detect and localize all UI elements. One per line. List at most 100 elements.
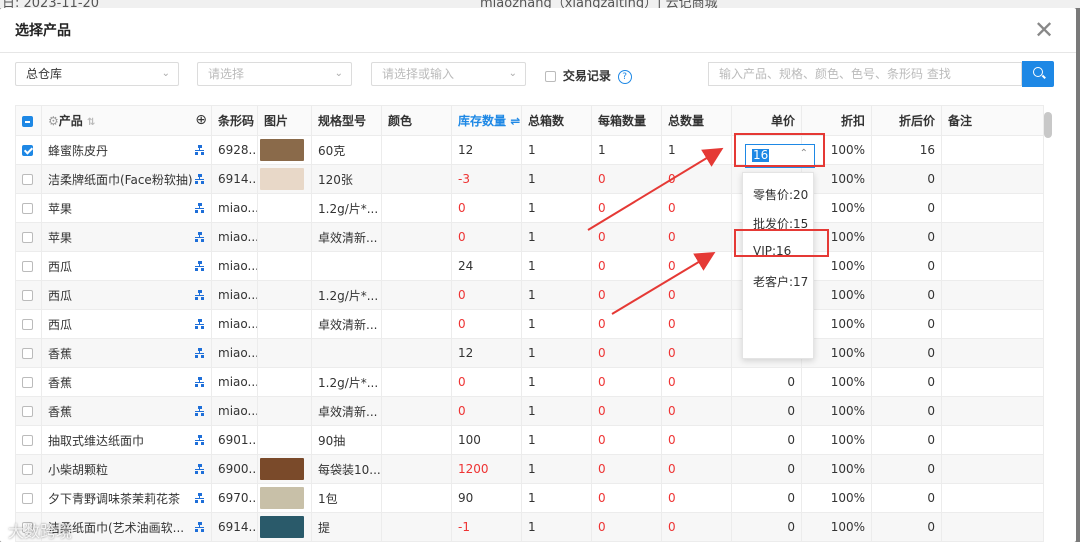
per-box-cell[interactable]: 0 — [591, 338, 662, 368]
row-checkbox-cell[interactable] — [15, 483, 42, 513]
row-checkbox[interactable] — [22, 319, 33, 330]
row-checkbox[interactable] — [22, 232, 33, 243]
per-box-cell[interactable]: 0 — [591, 454, 662, 484]
price-option-regular[interactable]: 老客户:17 — [753, 273, 808, 290]
price-cell[interactable]: 0 — [731, 512, 802, 542]
per-box-cell[interactable]: 0 — [591, 396, 662, 426]
per-box-cell[interactable]: 0 — [591, 193, 662, 223]
per-box-cell[interactable]: 0 — [591, 222, 662, 252]
table-row[interactable]: 洁柔纸面巾(艺术油画软... 6914... 提 -1 1 0 0 0 100% 0 — [15, 512, 1044, 542]
row-checkbox-cell[interactable] — [15, 164, 42, 194]
hierarchy-icon[interactable] — [195, 232, 205, 242]
row-checkbox-cell[interactable] — [15, 193, 42, 223]
table-row[interactable]: 苹果 miao... 卓效清新... 0 1 0 0 100% 0 — [15, 222, 1044, 252]
add-column-icon[interactable]: ⊕ — [195, 112, 207, 128]
hierarchy-icon[interactable] — [195, 319, 205, 329]
row-checkbox-cell[interactable] — [15, 454, 42, 484]
row-checkbox[interactable] — [22, 203, 33, 214]
price-cell[interactable]: 0 — [731, 367, 802, 397]
table-row[interactable]: 洁柔牌纸面巾(Face粉软抽) 6914... 120张 -3 1 0 0 100% 0 — [15, 164, 1044, 194]
col-product[interactable]: ⚙产品 ⇅ ⊕ — [41, 105, 212, 136]
table-row[interactable]: 夕下青野调味茶茉莉花茶 6970... 1包 90 1 0 0 0 100% 0 — [15, 483, 1044, 513]
help-icon[interactable]: ? — [617, 69, 632, 84]
hierarchy-icon[interactable] — [195, 522, 205, 532]
row-checkbox[interactable] — [22, 435, 33, 446]
col-stock[interactable]: 库存数量 ⇌ — [451, 105, 522, 136]
row-checkbox[interactable] — [22, 464, 33, 475]
table-row[interactable]: 香蕉 miao... 卓效清新... 0 1 0 0 0 100% 0 — [15, 396, 1044, 426]
price-cell[interactable]: 0 — [731, 396, 802, 426]
category-select[interactable]: 请选择 ⌄ — [197, 62, 352, 86]
row-checkbox-cell[interactable] — [15, 135, 42, 165]
product-thumbnail[interactable] — [260, 487, 304, 509]
per-box-cell[interactable]: 0 — [591, 309, 662, 339]
product-thumbnail[interactable] — [260, 168, 304, 190]
product-thumbnail[interactable] — [260, 516, 304, 538]
row-checkbox[interactable] — [22, 261, 33, 272]
scrollbar[interactable] — [1044, 112, 1052, 138]
select-all-cell[interactable] — [15, 105, 42, 136]
table-row[interactable]: 抽取式维达纸面巾 6901... 90抽 100 1 0 0 0 100% 0 — [15, 425, 1044, 455]
row-checkbox[interactable] — [22, 145, 33, 156]
hierarchy-icon[interactable] — [195, 261, 205, 271]
trade-record-toggle[interactable]: 交易记录 ? — [545, 67, 632, 84]
per-box-cell[interactable]: 0 — [591, 164, 662, 194]
select-all-checkbox[interactable] — [22, 115, 33, 127]
row-checkbox-cell[interactable] — [15, 309, 42, 339]
per-box-cell[interactable]: 0 — [591, 367, 662, 397]
table-row[interactable]: 蜂蜜陈皮丹 6928... 60克 12 1 1 1 100% 16 — [15, 135, 1044, 165]
row-checkbox-cell[interactable] — [15, 396, 42, 426]
search-input[interactable]: 输入产品、规格、颜色、色号、条形码 查找 — [708, 62, 1022, 86]
product-thumbnail[interactable] — [260, 139, 304, 161]
price-cell[interactable]: 0 — [731, 454, 802, 484]
sort-icon[interactable]: ⇅ — [87, 117, 95, 128]
table-row[interactable]: 香蕉 miao... 1.2g/片*... 0 1 0 0 0 100% 0 — [15, 367, 1044, 397]
row-checkbox[interactable] — [22, 377, 33, 388]
hierarchy-icon[interactable] — [195, 348, 205, 358]
row-checkbox-cell[interactable] — [15, 425, 42, 455]
brand-select[interactable]: 请选择或输入 ⌄ — [371, 62, 526, 86]
table-row[interactable]: 苹果 miao... 1.2g/片*... 0 1 0 0 100% 0 — [15, 193, 1044, 223]
search-button[interactable] — [1022, 61, 1054, 87]
hierarchy-icon[interactable] — [195, 406, 205, 416]
stock-cell: 0 — [451, 367, 522, 397]
hierarchy-icon[interactable] — [195, 290, 205, 300]
product-thumbnail[interactable] — [260, 458, 304, 480]
per-box-cell[interactable]: 0 — [591, 512, 662, 542]
hierarchy-icon[interactable] — [195, 145, 205, 155]
table-row[interactable]: 香蕉miao...121000100%0 — [15, 338, 1044, 368]
row-checkbox-cell[interactable] — [15, 280, 42, 310]
table-row[interactable]: 西瓜 miao... 24 1 0 0 100% 0 — [15, 251, 1044, 281]
row-checkbox[interactable] — [22, 406, 33, 417]
hierarchy-icon[interactable] — [195, 377, 205, 387]
row-checkbox[interactable] — [22, 348, 33, 359]
per-box-cell[interactable]: 0 — [591, 483, 662, 513]
row-checkbox[interactable] — [22, 493, 33, 504]
close-icon[interactable]: ✕ — [1034, 18, 1054, 42]
row-checkbox[interactable] — [22, 290, 33, 301]
per-box-cell[interactable]: 0 — [591, 280, 662, 310]
table-row[interactable]: 西瓜 miao... 卓效清新... 0 1 0 0 100% 0 — [15, 309, 1044, 339]
trade-record-checkbox[interactable] — [545, 71, 556, 82]
row-checkbox-cell[interactable] — [15, 222, 42, 252]
row-checkbox[interactable] — [22, 174, 33, 185]
hierarchy-icon[interactable] — [195, 464, 205, 474]
hierarchy-icon[interactable] — [195, 435, 205, 445]
table-row[interactable]: 西瓜 miao... 1.2g/片*... 0 1 0 0 100% 0 — [15, 280, 1044, 310]
per-box-cell[interactable]: 0 — [591, 425, 662, 455]
price-cell[interactable]: 0 — [731, 483, 802, 513]
table-row[interactable]: 小柴胡颗粒 6900... 每袋装10... 1200 1 0 0 0 100% 0 — [15, 454, 1044, 484]
hierarchy-icon[interactable] — [195, 174, 205, 184]
remark-cell — [941, 135, 1044, 165]
warehouse-select[interactable]: 总仓库 ⌄ — [15, 62, 179, 86]
row-checkbox-cell[interactable] — [15, 251, 42, 281]
price-option-retail[interactable]: 零售价:20 — [753, 186, 808, 203]
hierarchy-icon[interactable] — [195, 493, 205, 503]
price-cell[interactable]: 0 — [731, 425, 802, 455]
hierarchy-icon[interactable] — [195, 203, 205, 213]
row-checkbox-cell[interactable] — [15, 367, 42, 397]
swap-icon[interactable]: ⇌ — [510, 114, 520, 128]
per-box-cell[interactable]: 0 — [591, 251, 662, 281]
per-box-cell[interactable]: 1 — [591, 135, 662, 165]
row-checkbox-cell[interactable] — [15, 338, 42, 368]
